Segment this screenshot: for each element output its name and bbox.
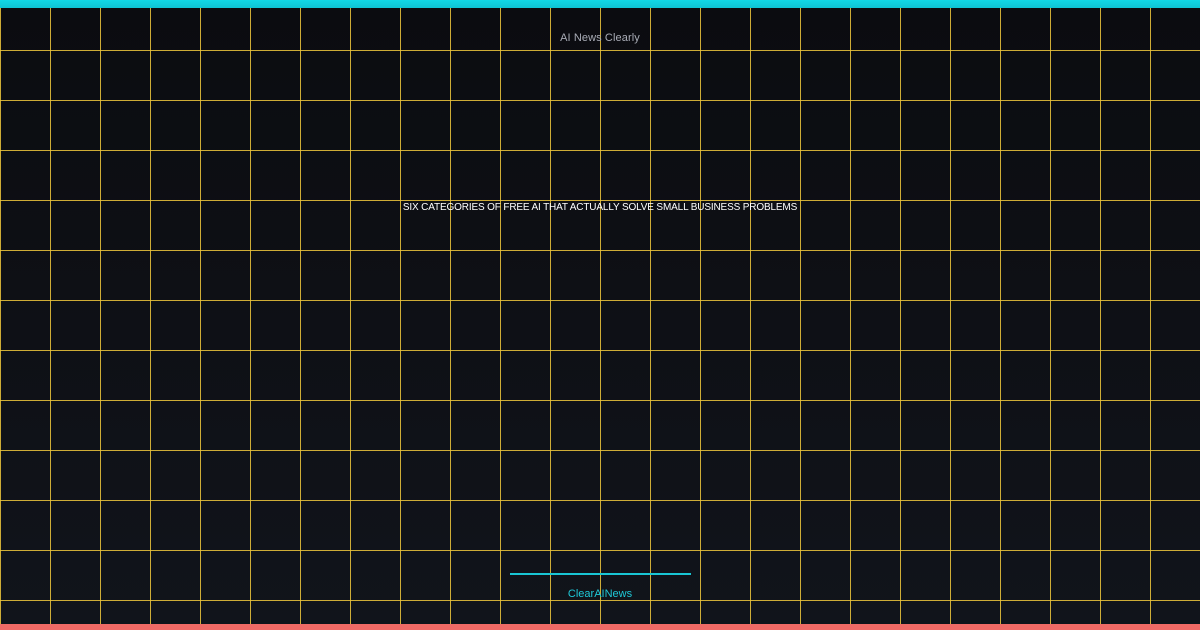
site-name: AI News Clearly: [560, 32, 640, 44]
headline: SIX CATEGORIES OF FREE AI THAT ACTUALLY …: [402, 202, 798, 213]
bottom-accent-bar: [0, 624, 1200, 630]
top-accent-bar: [0, 0, 1200, 8]
divider-line: [510, 573, 691, 575]
background-grid: [0, 0, 1200, 630]
brand-name: ClearAINews: [567, 588, 633, 600]
